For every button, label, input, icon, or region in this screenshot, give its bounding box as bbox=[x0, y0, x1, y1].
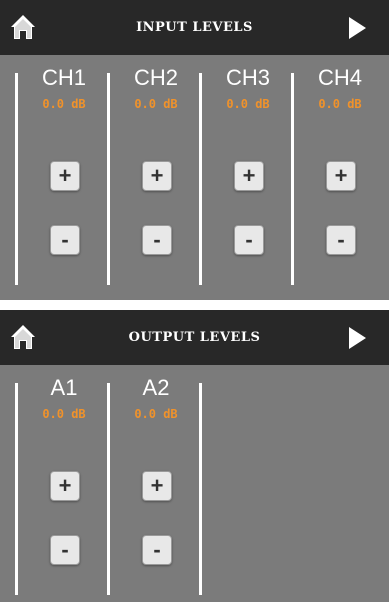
decrease-button[interactable]: - bbox=[50, 225, 80, 255]
input-levels-panel: INPUT LEVELS CH1 0.0 dB + - CH2 0.0 dB +… bbox=[0, 0, 389, 300]
input-channels: CH1 0.0 dB + - CH2 0.0 dB + - CH3 0.0 dB… bbox=[0, 55, 389, 300]
channel-level: 0.0 dB bbox=[318, 97, 362, 111]
output-channels: A1 0.0 dB + - A2 0.0 dB + - bbox=[0, 365, 389, 602]
increase-button[interactable]: + bbox=[50, 471, 80, 501]
channel-level: 0.0 dB bbox=[42, 407, 86, 421]
decrease-button[interactable]: - bbox=[142, 225, 172, 255]
channel-label: CH4 bbox=[317, 65, 362, 90]
increase-button[interactable]: + bbox=[50, 161, 80, 191]
increase-button[interactable]: + bbox=[142, 161, 172, 191]
increase-button[interactable]: + bbox=[234, 161, 264, 191]
output-levels-panel: OUTPUT LEVELS A1 0.0 dB + - A2 0.0 dB + … bbox=[0, 310, 389, 602]
increase-button[interactable]: + bbox=[326, 161, 356, 191]
decrease-button[interactable]: - bbox=[50, 535, 80, 565]
play-right-icon bbox=[349, 327, 366, 349]
channel-label: CH1 bbox=[41, 65, 86, 90]
channel-label: CH2 bbox=[133, 65, 178, 90]
channel-level: 0.0 dB bbox=[226, 97, 270, 111]
input-levels-header: INPUT LEVELS bbox=[0, 0, 389, 55]
decrease-button[interactable]: - bbox=[234, 225, 264, 255]
channel-level: 0.0 dB bbox=[134, 97, 178, 111]
decrease-button[interactable]: - bbox=[326, 225, 356, 255]
channel-level: 0.0 dB bbox=[42, 97, 86, 111]
page-title: OUTPUT LEVELS bbox=[128, 330, 261, 345]
output-levels-header: OUTPUT LEVELS bbox=[0, 310, 389, 365]
play-right-icon bbox=[349, 17, 366, 39]
page-title: INPUT LEVELS bbox=[136, 20, 253, 35]
channel-label: A1 bbox=[50, 375, 78, 400]
increase-button[interactable]: + bbox=[142, 471, 172, 501]
channel-label: A2 bbox=[142, 375, 170, 400]
channel-label: CH3 bbox=[225, 65, 270, 90]
decrease-button[interactable]: - bbox=[142, 535, 172, 565]
next-button[interactable] bbox=[347, 16, 367, 40]
next-button[interactable] bbox=[347, 326, 367, 350]
channel-level: 0.0 dB bbox=[134, 407, 178, 421]
